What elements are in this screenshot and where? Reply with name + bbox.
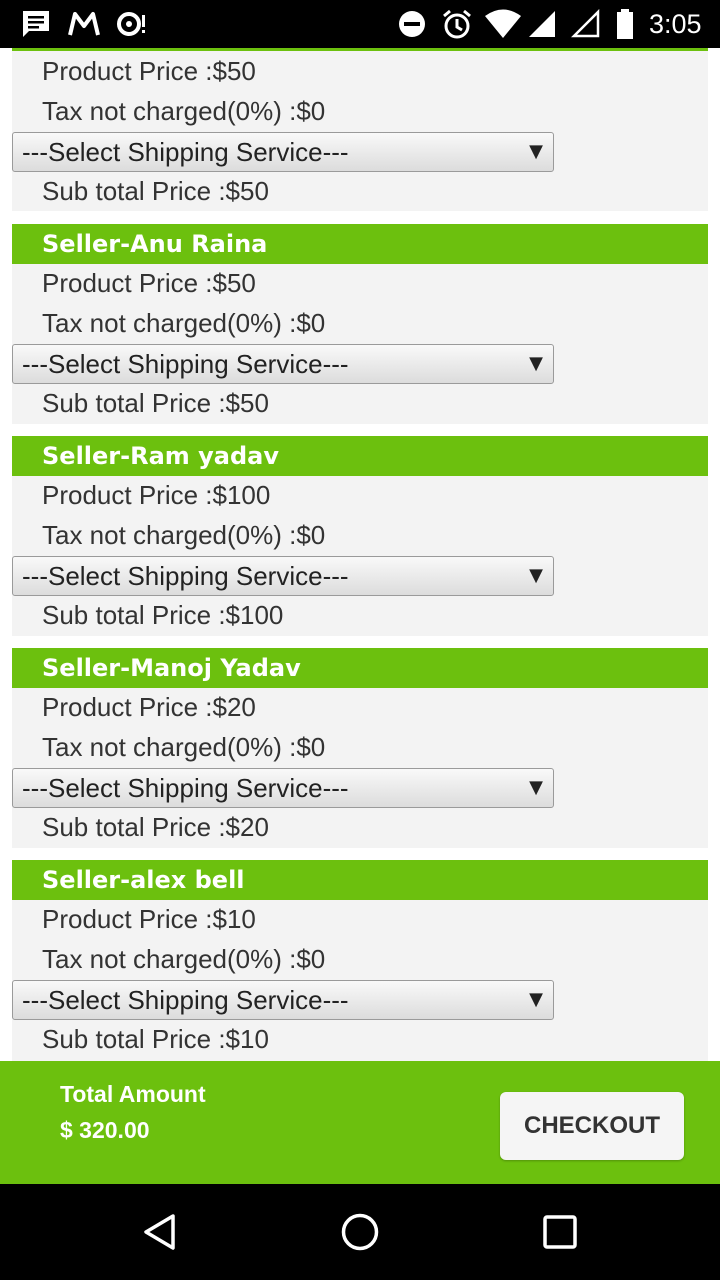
tax-info: Tax not charged(0%) :$0 (42, 96, 326, 126)
seller-name: Seller-alex bell (12, 860, 708, 900)
gmail-icon (67, 0, 101, 48)
status-bar: 3:05 (0, 0, 720, 48)
chevron-down-icon: ▼ (529, 565, 543, 586)
select-value: ---Select Shipping Service--- (22, 773, 349, 803)
voicemail-icon (115, 0, 149, 48)
shipping-service-select[interactable]: ---Select Shipping Service--- ▼ (12, 556, 554, 596)
seller-name: Seller-Manoj Yadav (12, 648, 708, 688)
alarm-icon (441, 0, 473, 48)
total-amount-label: Total Amount (60, 1081, 206, 1107)
battery-icon (616, 0, 634, 48)
back-icon[interactable] (112, 1184, 208, 1280)
product-price: Product Price :$20 (42, 692, 256, 722)
navigation-bar (0, 1184, 720, 1280)
subtotal-price: Sub total Price :$50 (42, 388, 269, 418)
select-value: ---Select Shipping Service--- (22, 349, 349, 379)
chevron-down-icon: ▼ (529, 777, 543, 798)
checkout-bar: Total Amount $ 320.00 CHECKOUT (0, 1061, 720, 1184)
tax-info: Tax not charged(0%) :$0 (42, 308, 326, 338)
select-value: ---Select Shipping Service--- (22, 985, 349, 1015)
tax-info: Tax not charged(0%) :$0 (42, 520, 326, 550)
product-price: Product Price :$50 (42, 268, 256, 298)
tax-info: Tax not charged(0%) :$0 (42, 944, 326, 974)
shipping-service-select[interactable]: ---Select Shipping Service--- ▼ (12, 768, 554, 808)
recents-icon[interactable] (512, 1184, 608, 1280)
seller-card: Seller-alex bell Product Price :$10 Tax … (12, 860, 708, 1061)
checkout-button[interactable]: CHECKOUT (500, 1092, 684, 1160)
tax-info: Tax not charged(0%) :$0 (42, 732, 326, 762)
signal-empty-icon (571, 0, 601, 48)
seller-card: Seller-Ram yadav Product Price :$100 Tax… (12, 436, 708, 636)
chevron-down-icon: ▼ (529, 353, 543, 374)
seller-card: Seller-Manoj Yadav Product Price :$20 Ta… (12, 648, 708, 848)
subtotal-price: Sub total Price :$50 (42, 176, 269, 206)
product-price: Product Price :$50 (42, 56, 256, 86)
shipping-service-select[interactable]: ---Select Shipping Service--- ▼ (12, 344, 554, 384)
chevron-down-icon: ▼ (529, 989, 543, 1010)
home-icon[interactable] (312, 1184, 408, 1280)
shipping-service-select[interactable]: ---Select Shipping Service--- ▼ (12, 980, 554, 1020)
cart-list[interactable]: Product Price :$50 Tax not charged(0%) :… (0, 51, 720, 1061)
signal-icon (527, 0, 557, 48)
select-value: ---Select Shipping Service--- (22, 561, 349, 591)
seller-name: Seller-Anu Raina (12, 224, 708, 264)
do-not-disturb-icon (397, 0, 427, 48)
subtotal-price: Sub total Price :$10 (42, 1024, 269, 1054)
clock-time: 3:05 (649, 8, 702, 39)
subtotal-price: Sub total Price :$100 (42, 600, 284, 630)
message-icon (20, 0, 52, 48)
seller-name: Seller-Ram yadav (12, 436, 708, 476)
subtotal-price: Sub total Price :$20 (42, 812, 269, 842)
select-value: ---Select Shipping Service--- (22, 137, 349, 167)
wifi-icon (484, 0, 522, 48)
shipping-service-select[interactable]: ---Select Shipping Service--- ▼ (12, 132, 554, 172)
total-amount-value: $ 320.00 (60, 1117, 150, 1143)
seller-card: Product Price :$50 Tax not charged(0%) :… (12, 51, 708, 211)
seller-card: Seller-Anu Raina Product Price :$50 Tax … (12, 224, 708, 424)
product-price: Product Price :$100 (42, 480, 271, 510)
chevron-down-icon: ▼ (529, 141, 543, 162)
product-price: Product Price :$10 (42, 904, 256, 934)
